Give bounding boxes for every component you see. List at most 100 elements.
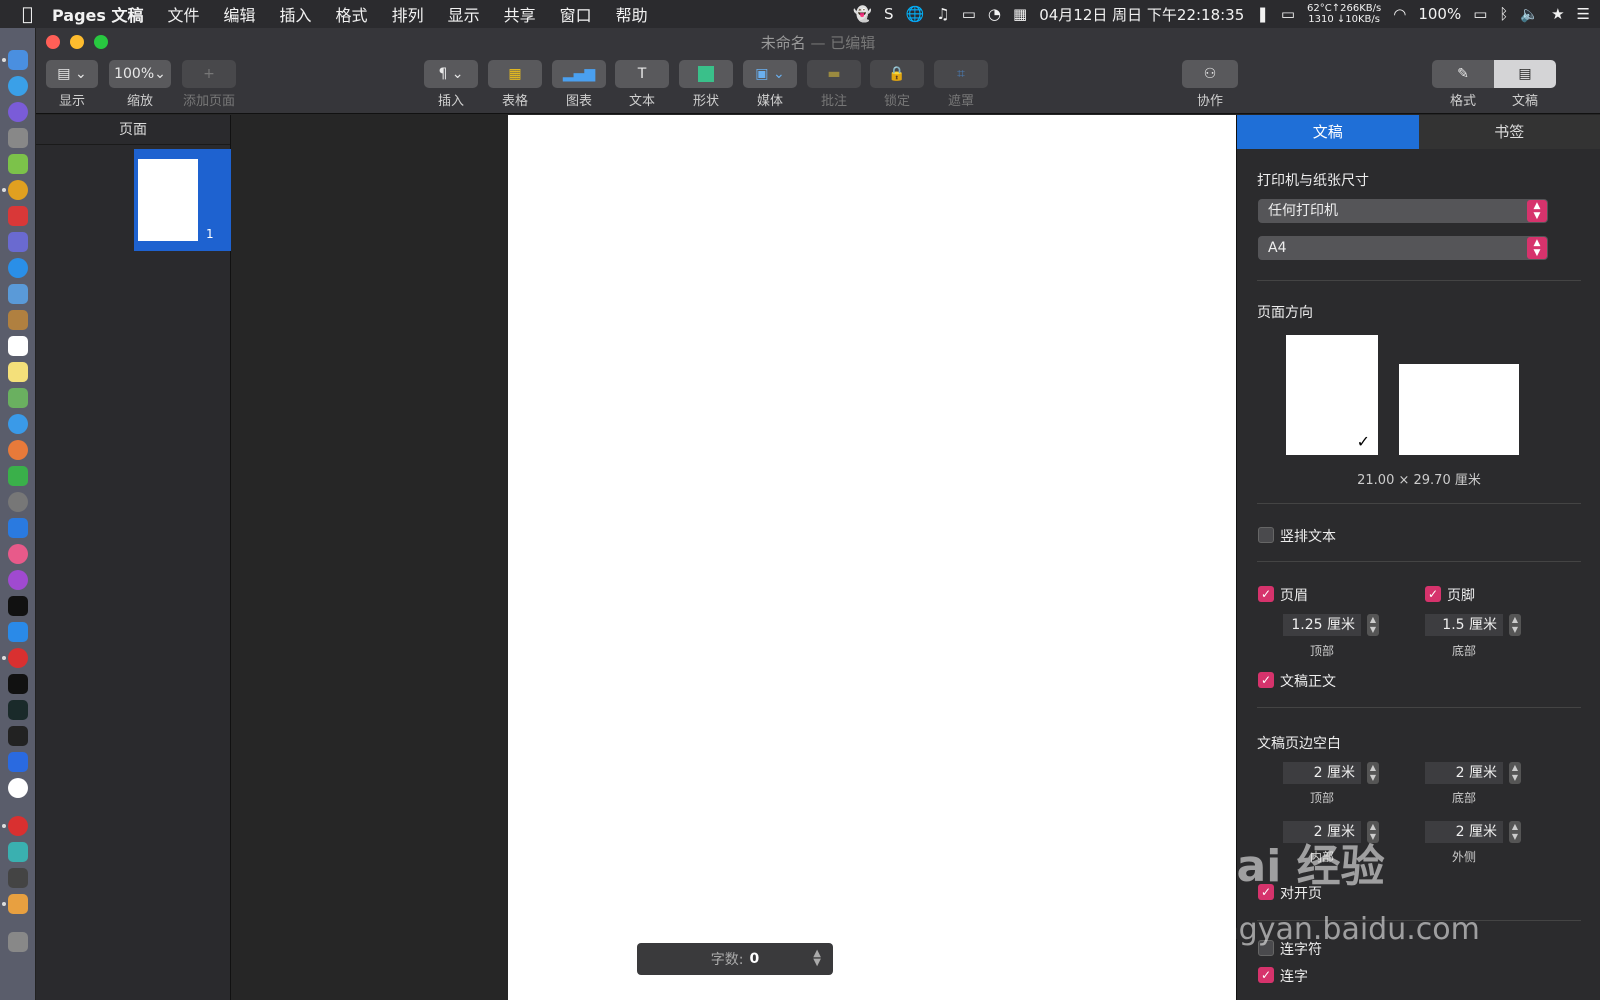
- lock-button[interactable]: 🔒: [870, 60, 924, 88]
- speed-icon[interactable]: ◔: [988, 5, 1001, 23]
- calendar-icon[interactable]: ▦: [1013, 5, 1027, 23]
- chrome-icon[interactable]: [8, 180, 28, 200]
- globe-icon[interactable]: 🌐: [906, 5, 925, 23]
- contacts-icon[interactable]: [8, 310, 28, 330]
- netease-music-icon[interactable]: [8, 816, 28, 836]
- settings-icon[interactable]: [8, 492, 28, 512]
- apple-logo-icon[interactable]: : [22, 4, 52, 25]
- format-button[interactable]: ✎: [1432, 60, 1494, 88]
- ghost-icon[interactable]: 👻: [853, 5, 872, 23]
- photos-icon[interactable]: [8, 440, 28, 460]
- margin-bottom-field[interactable]: 2 厘米: [1425, 762, 1503, 784]
- margin-top-stepper[interactable]: ▲ ▼: [1367, 762, 1379, 784]
- text-button[interactable]: T: [615, 60, 669, 88]
- document-page[interactable]: [508, 115, 1236, 1000]
- appstore-icon[interactable]: [8, 622, 28, 642]
- facetime-icon[interactable]: [8, 466, 28, 486]
- appletv-icon[interactable]: [8, 596, 28, 616]
- keynote-icon[interactable]: [8, 518, 28, 538]
- landscape-option[interactable]: [1399, 364, 1519, 455]
- preview-icon[interactable]: [8, 284, 28, 304]
- activity-monitor-icon[interactable]: [8, 700, 28, 720]
- media-button[interactable]: ▣ ⌄: [743, 60, 797, 88]
- app-teal-icon[interactable]: [8, 842, 28, 862]
- safari-like-icon[interactable]: [8, 76, 28, 96]
- cast-icon[interactable]: ▭: [962, 5, 976, 23]
- updown-chevron-icon[interactable]: ▲ ▼: [813, 949, 821, 968]
- notes-icon[interactable]: [8, 362, 28, 382]
- margin-bottom-stepper[interactable]: ▲ ▼: [1509, 762, 1521, 784]
- word-count-bar[interactable]: 字数: 0 ▲ ▼: [637, 943, 833, 975]
- add-page-button[interactable]: +: [182, 60, 236, 88]
- calendar-dock-icon[interactable]: [8, 336, 28, 356]
- document-button[interactable]: ▤: [1494, 60, 1556, 88]
- menu-view[interactable]: 显示: [448, 2, 480, 26]
- margin-outside-field[interactable]: 2 厘米: [1425, 821, 1503, 843]
- header-distance-field[interactable]: 1.25 厘米: [1283, 614, 1361, 636]
- finder-icon[interactable]: [8, 50, 28, 70]
- music-icon[interactable]: ♫: [936, 5, 949, 23]
- portrait-option[interactable]: ✓: [1286, 335, 1378, 455]
- ligatures-checkbox[interactable]: ✓: [1258, 967, 1274, 983]
- launchpad-icon[interactable]: [8, 128, 28, 148]
- vertical-text-checkbox[interactable]: [1258, 527, 1274, 543]
- app-purple-icon[interactable]: [8, 232, 28, 252]
- menu-share[interactable]: 共享: [504, 2, 536, 26]
- volume-icon[interactable]: 🔈: [1520, 5, 1539, 23]
- tab-document[interactable]: 文稿: [1237, 115, 1419, 149]
- final-cut-icon[interactable]: [8, 868, 28, 888]
- menu-help[interactable]: 帮助: [616, 2, 648, 26]
- view-button[interactable]: ▤ ⌄: [46, 60, 98, 88]
- document-body-checkbox[interactable]: ✓: [1258, 672, 1274, 688]
- list-icon[interactable]: ☰: [1577, 5, 1590, 23]
- compass-icon[interactable]: [8, 258, 28, 278]
- margin-top-field[interactable]: 2 厘米: [1283, 762, 1361, 784]
- footer-checkbox[interactable]: ✓: [1425, 586, 1441, 602]
- datetime[interactable]: 04月12日 周日 下午22:18:35: [1039, 4, 1244, 25]
- menu-file[interactable]: 文件: [168, 2, 200, 26]
- menu-app-name[interactable]: Pages 文稿: [52, 2, 144, 26]
- menu-format[interactable]: 格式: [336, 2, 368, 26]
- android-icon[interactable]: [8, 154, 28, 174]
- itunes-icon[interactable]: [8, 544, 28, 564]
- trash-icon[interactable]: [8, 932, 28, 952]
- vpn-icon[interactable]: [8, 752, 28, 772]
- comment-button[interactable]: ▬: [807, 60, 861, 88]
- shape-button[interactable]: [679, 60, 733, 88]
- battery-icon[interactable]: ▭: [1473, 5, 1487, 23]
- collaborate-button[interactable]: ⚇: [1182, 60, 1238, 88]
- tab-bookmarks[interactable]: 书签: [1418, 115, 1600, 149]
- paper-size-select[interactable]: A4 ▲ ▼: [1258, 236, 1548, 260]
- battery-percent[interactable]: 100%: [1418, 5, 1461, 23]
- footer-stepper[interactable]: ▲ ▼: [1509, 614, 1521, 636]
- menu-window[interactable]: 窗口: [560, 2, 592, 26]
- app-red-icon[interactable]: [8, 206, 28, 226]
- podcasts-icon[interactable]: [8, 570, 28, 590]
- page-thumbnail-selected[interactable]: 1: [134, 149, 231, 251]
- console-icon[interactable]: [8, 726, 28, 746]
- printer-select[interactable]: 任何打印机 ▲ ▼: [1258, 199, 1548, 223]
- star-icon[interactable]: ★: [1551, 5, 1564, 23]
- siri-icon[interactable]: [8, 102, 28, 122]
- yandex-icon[interactable]: [8, 778, 28, 798]
- sogou-icon[interactable]: S: [884, 5, 894, 23]
- pages-icon[interactable]: [8, 894, 28, 914]
- chart-button[interactable]: ▂▄▆: [552, 60, 606, 88]
- keyboard-icon[interactable]: ▭: [1281, 5, 1295, 23]
- header-checkbox[interactable]: ✓: [1258, 586, 1274, 602]
- header-stepper[interactable]: ▲ ▼: [1367, 614, 1379, 636]
- margin-outside-stepper[interactable]: ▲ ▼: [1509, 821, 1521, 843]
- wifi-icon[interactable]: ◠: [1393, 5, 1406, 23]
- bluetooth-icon[interactable]: ᛒ: [1499, 5, 1508, 23]
- maps-icon[interactable]: [8, 388, 28, 408]
- terminal-icon[interactable]: [8, 674, 28, 694]
- vivaldi-icon[interactable]: [8, 648, 28, 668]
- menu-edit[interactable]: 编辑: [224, 2, 256, 26]
- insert-button[interactable]: ¶ ⌄: [424, 60, 478, 88]
- net-monitor[interactable]: 62°C↑266KB/s 1310 ↓10KB/s: [1307, 3, 1381, 25]
- bookmark-icon[interactable]: ❚: [1256, 5, 1269, 23]
- footer-distance-field[interactable]: 1.5 厘米: [1425, 614, 1503, 636]
- menu-insert[interactable]: 插入: [280, 2, 312, 26]
- mask-button[interactable]: ⌗: [934, 60, 988, 88]
- table-button[interactable]: ▦: [488, 60, 542, 88]
